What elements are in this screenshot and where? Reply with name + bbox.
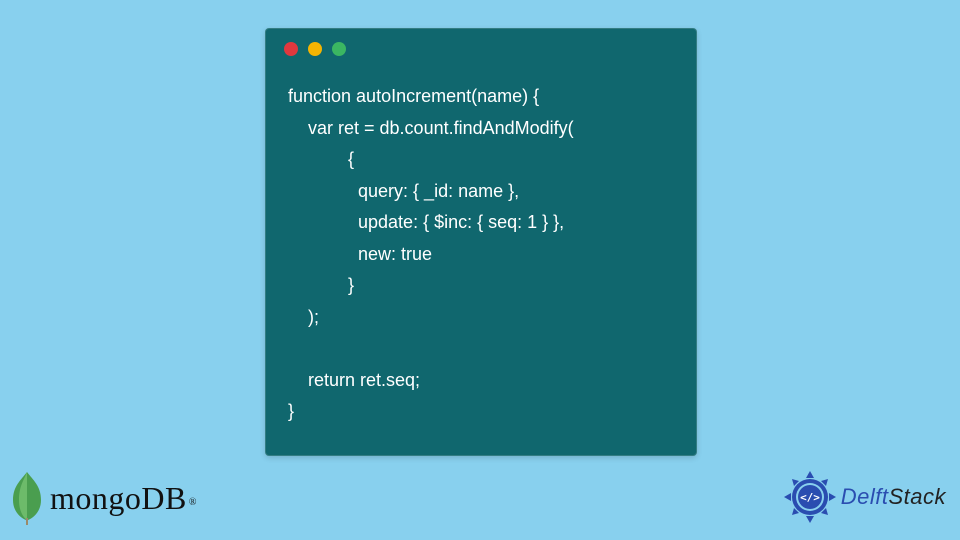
mongodb-leaf-icon bbox=[8, 470, 46, 526]
minimize-dot-icon bbox=[308, 42, 322, 56]
window-titlebar bbox=[266, 29, 696, 57]
delftstack-logo: </> DelftStack bbox=[783, 470, 946, 524]
delftstack-gear-icon: </> bbox=[783, 470, 837, 524]
delftstack-text: DelftStack bbox=[841, 484, 946, 510]
registered-mark: ® bbox=[189, 497, 197, 508]
svg-text:</>: </> bbox=[800, 491, 820, 504]
delft-label-part2: Stack bbox=[888, 484, 946, 509]
mongodb-text: mongoDB® bbox=[50, 480, 195, 517]
delft-label-part1: Delft bbox=[841, 484, 889, 509]
close-dot-icon bbox=[284, 42, 298, 56]
mongodb-logo: mongoDB® bbox=[8, 470, 195, 526]
code-window: function autoIncrement(name) { var ret =… bbox=[265, 28, 697, 456]
code-block: function autoIncrement(name) { var ret =… bbox=[266, 57, 696, 448]
mongodb-label: mongoDB bbox=[50, 480, 187, 516]
maximize-dot-icon bbox=[332, 42, 346, 56]
